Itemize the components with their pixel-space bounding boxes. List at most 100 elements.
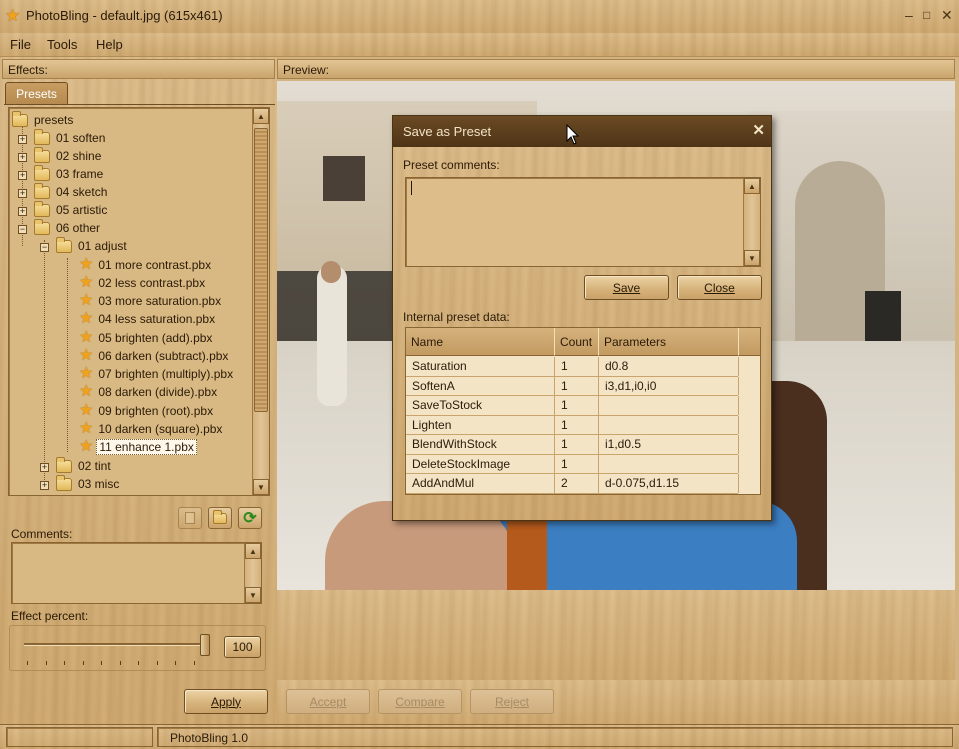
close-button[interactable]: Close [677,275,762,300]
preset-tree[interactable]: presets + 01 soften + 02 shine + 03 fram… [8,107,270,496]
expand-icon[interactable]: + [18,153,27,162]
compare-button[interactable]: Compare [378,689,462,714]
table-row[interactable]: SoftenA 1 i3,d1,i0,i0 [406,376,739,396]
tree-node-folder[interactable]: 01 soften [34,128,107,147]
preview-header: Preview: [277,59,955,79]
close-window-button[interactable]: ✕ [941,7,953,24]
mouse-cursor-icon [566,124,580,145]
tree-node-folder[interactable]: 03 frame [34,164,105,183]
folder-icon [34,182,50,199]
scroll-down-icon[interactable]: ▼ [744,250,760,266]
expand-icon[interactable]: + [40,481,49,490]
effect-slider-track[interactable] [24,643,210,646]
tree-scrollbar[interactable]: ▲ ▼ [252,108,269,495]
menu-tools[interactable]: Tools [47,37,77,52]
internal-data-label: Internal preset data: [403,310,510,324]
tree-node-preset[interactable]: ★ 05 brighten (add).pbx [79,329,214,347]
tree-node-preset[interactable]: ★ 01 more contrast.pbx [79,256,213,274]
effects-header: Effects: [2,59,275,79]
preset-comments-scrollbar[interactable]: ▲ ▼ [743,178,760,266]
tree-node-preset[interactable]: ★ 08 darken (divide).pbx [79,383,219,401]
minimize-button[interactable]: ‒ [905,7,913,23]
expand-icon[interactable]: + [18,189,27,198]
column-header-name[interactable]: Name [406,328,555,356]
scroll-up-icon[interactable]: ▲ [744,178,760,194]
expand-icon[interactable]: + [40,463,49,472]
comments-scrollbar[interactable]: ▲ ▼ [244,543,261,603]
comments-field[interactable]: ▲ ▼ [11,542,262,604]
column-header-parameters[interactable]: Parameters [599,328,739,356]
tree-node-preset[interactable]: ★ 02 less contrast.pbx [79,274,207,292]
table-row[interactable]: DeleteStockImage 1 [406,454,739,474]
tree-node-folder[interactable]: 01 adjust [56,236,129,255]
tree-node-preset[interactable]: ★ 06 darken (subtract).pbx [79,347,230,365]
effect-percent-label: Effect percent: [11,609,89,623]
tree-node-folder[interactable]: 02 shine [34,146,103,165]
tree-node-preset[interactable]: ★ 03 more saturation.pbx [79,292,223,310]
status-version: PhotoBling 1.0 [157,727,953,747]
expand-icon[interactable]: + [18,207,27,216]
delete-icon[interactable] [178,507,202,529]
collapse-icon[interactable]: − [18,225,27,234]
column-header-count[interactable]: Count [555,328,599,356]
scroll-down-icon[interactable]: ▼ [245,587,261,603]
save-preset-dialog: Save as Preset ✕ Preset comments: ▲ ▼ Sa… [392,115,772,521]
table-row[interactable]: AddAndMul 2 d-0.075,d1.15 [406,474,739,494]
folder-icon [34,128,50,145]
tree-node-preset[interactable]: ★ 07 brighten (multiply).pbx [79,365,235,383]
menu-file[interactable]: File [10,37,31,52]
scroll-thumb[interactable] [254,128,268,412]
folder-open-icon [56,236,72,253]
tree-node-presets[interactable]: presets [12,110,75,129]
status-left [6,727,153,747]
table-row[interactable]: BlendWithStock 1 i1,d0.5 [406,435,739,455]
table-row[interactable]: Lighten 1 [406,415,739,435]
tree-node-folder[interactable]: 03 misc [56,474,121,493]
open-folder-icon[interactable] [208,507,232,529]
star-icon: ★ [79,420,94,437]
tab-presets[interactable]: Presets [5,82,68,105]
refresh-icon[interactable]: ⟳ [238,507,262,529]
table-row[interactable]: Saturation 1 d0.8 [406,357,739,377]
scroll-down-icon[interactable]: ▼ [253,479,269,495]
reject-button[interactable]: Reject [470,689,554,714]
star-icon: ★ [79,329,94,346]
star-icon: ★ [79,256,94,273]
accept-button[interactable]: Accept [286,689,370,714]
tree-node-folder[interactable]: 06 other [34,218,102,237]
star-icon: ★ [79,292,94,309]
dialog-close-icon[interactable]: ✕ [752,121,765,139]
save-button[interactable]: Save [584,275,669,300]
expand-icon[interactable]: + [18,135,27,144]
folder-icon [34,164,50,181]
preset-comments-input[interactable]: ▲ ▼ [405,177,761,267]
collapse-icon[interactable]: − [40,243,49,252]
tab-divider [4,104,275,105]
tree-node-preset[interactable]: ★ 09 brighten (root).pbx [79,402,215,420]
folder-icon [34,200,50,217]
scroll-up-icon[interactable]: ▲ [253,108,269,124]
maximize-button[interactable]: □ [923,8,930,22]
tree-list: presets + 01 soften + 02 shine + 03 fram… [9,110,252,495]
tree-node-folder[interactable]: 02 tint [56,456,113,475]
table-row[interactable]: SaveToStock 1 [406,396,739,416]
scroll-up-icon[interactable]: ▲ [245,543,261,559]
menu-bar: File Tools Help [0,33,959,57]
expand-icon[interactable]: + [18,171,27,180]
folder-open-icon [34,218,50,235]
dialog-title: Save as Preset [403,124,492,139]
tree-node-folder[interactable]: 05 artistic [34,200,109,219]
preset-data-grid[interactable]: Name Count Parameters Saturation 1 d0.8 … [405,327,761,495]
preset-comments-label: Preset comments: [403,158,500,172]
tree-node-preset-selected[interactable]: ★ 11 enhance 1.pbx [79,438,197,456]
tree-node-preset[interactable]: ★ 04 less saturation.pbx [79,310,217,328]
tree-node-preset[interactable]: ★ 10 darken (square).pbx [79,420,224,438]
apply-button[interactable]: Apply [184,689,268,714]
tree-node-folder[interactable]: 04 sketch [34,182,109,201]
star-icon: ★ [79,402,94,419]
star-icon: ★ [79,438,94,455]
menu-help[interactable]: Help [96,37,123,52]
effect-slider-thumb[interactable] [200,634,210,656]
star-icon: ★ [79,310,94,327]
effect-percent-value[interactable]: 100 [224,636,261,658]
